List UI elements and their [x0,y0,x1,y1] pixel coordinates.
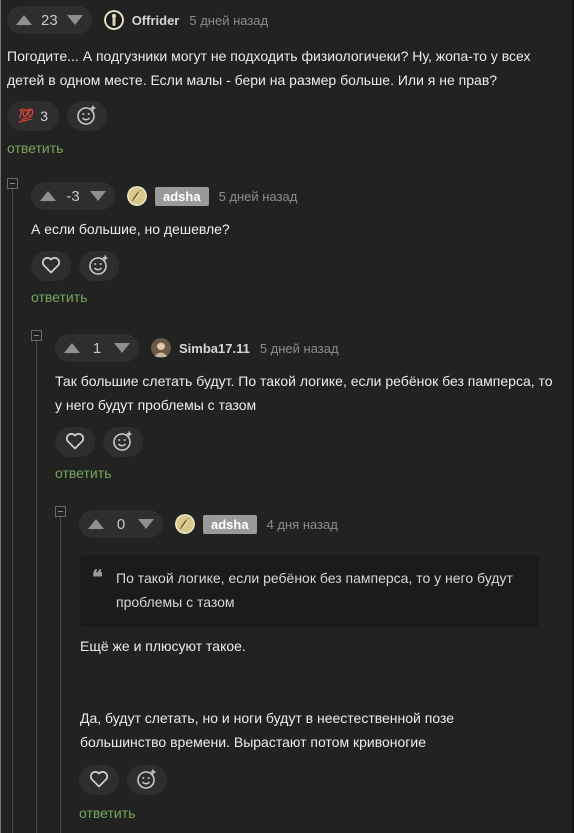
comment-header: 0 adsha 4 дня назад [79,509,549,539]
quote-text: По такой логике, если ребёнок без пампер… [116,570,513,610]
left-border [0,0,1,833]
arrow-down-icon[interactable] [113,342,131,354]
username-op-badge[interactable]: adsha [203,514,257,534]
arrow-up-icon[interactable] [63,342,81,354]
thread-line-3[interactable] [60,516,61,833]
emoji-add-icon [88,254,110,279]
add-reaction-button[interactable] [67,101,107,131]
comment-text: Да, будут слетать, но и ноги будут в нее… [80,710,455,750]
comment-text: А если большие, но дешевле? [31,221,230,237]
reply-link[interactable]: ответить [79,805,135,821]
comment-actions [31,251,561,281]
username-op-badge[interactable]: adsha [155,186,209,206]
comment-text: Ещё же и плюсуют такое. [80,638,246,654]
avatar[interactable] [175,514,195,534]
arrow-down-icon[interactable] [89,190,107,202]
arrow-down-icon[interactable] [137,518,155,530]
reply-link[interactable]: ответить [55,465,560,481]
avatar[interactable] [151,338,171,358]
heart-icon [89,770,109,791]
vote-count: 23 [41,11,58,29]
arrow-up-icon[interactable] [15,14,33,26]
comment-text: Так большие слетать будут. По такой логи… [55,373,553,413]
like-button[interactable] [31,251,71,281]
add-reaction-button[interactable] [127,765,167,795]
reaction-count: 3 [40,108,48,124]
reaction-button[interactable]: 💯 3 [7,101,59,131]
username[interactable]: Simba17.11 [179,341,250,356]
thread-line-1[interactable] [12,188,13,833]
comment: 1 Simba17.11 5 дней назад Так большие сл… [55,333,560,481]
comment-text: Погодите... А подгузники могут не подход… [7,48,531,88]
vote-count: -3 [66,187,80,205]
heart-icon [65,432,85,453]
reply-link[interactable]: ответить [31,289,561,305]
timestamp[interactable]: 5 дней назад [260,341,339,356]
comment-actions [55,427,560,457]
emoji-add-icon [76,104,98,129]
vote-widget: -3 [31,182,115,210]
timestamp[interactable]: 5 дней назад [219,189,298,204]
comment-header: -3 adsha 5 дней назад [31,181,561,211]
like-button[interactable] [55,427,95,457]
comment: 0 adsha 4 дня назад [79,509,549,539]
add-reaction-button[interactable] [79,251,119,281]
arrow-down-icon[interactable] [66,14,84,26]
comment-header: 1 Simba17.11 5 дней назад [55,333,560,363]
avatar[interactable] [127,186,147,206]
arrow-up-icon[interactable] [87,518,105,530]
avatar[interactable] [103,10,124,30]
quote-block: ❝ По такой логике, если ребёнок без памп… [80,555,539,627]
comment: 23 Offrider 5 дней назад Погодите... А п… [7,5,567,156]
like-button[interactable] [79,765,119,795]
vote-widget: 1 [55,334,139,362]
vote-count: 1 [92,339,102,357]
collapse-minus-icon[interactable] [7,178,18,189]
thread-line-2[interactable] [36,340,37,833]
comment-header: 23 Offrider 5 дней назад [7,5,567,35]
collapse-minus-icon[interactable] [55,506,66,517]
timestamp[interactable]: 5 дней назад [189,13,268,28]
emoji-add-icon [112,430,134,455]
comment: -3 adsha 5 дней назад А если большие, но… [31,181,561,305]
collapse-minus-icon[interactable] [31,330,42,341]
vote-count: 0 [116,515,126,533]
emoji-add-icon [136,768,158,793]
vote-widget: 0 [79,510,163,538]
comment-actions [79,765,167,795]
hundred-points-icon: 💯 [18,108,35,124]
add-reaction-button[interactable] [103,427,143,457]
quote-icon: ❝ [92,565,103,589]
reply-link[interactable]: ответить [7,140,567,156]
vote-widget: 23 [7,6,92,34]
comment-actions: 💯 3 [7,101,567,131]
username[interactable]: Offrider [132,13,180,28]
timestamp[interactable]: 4 дня назад [267,517,338,532]
heart-icon [41,256,61,277]
arrow-up-icon[interactable] [39,190,57,202]
